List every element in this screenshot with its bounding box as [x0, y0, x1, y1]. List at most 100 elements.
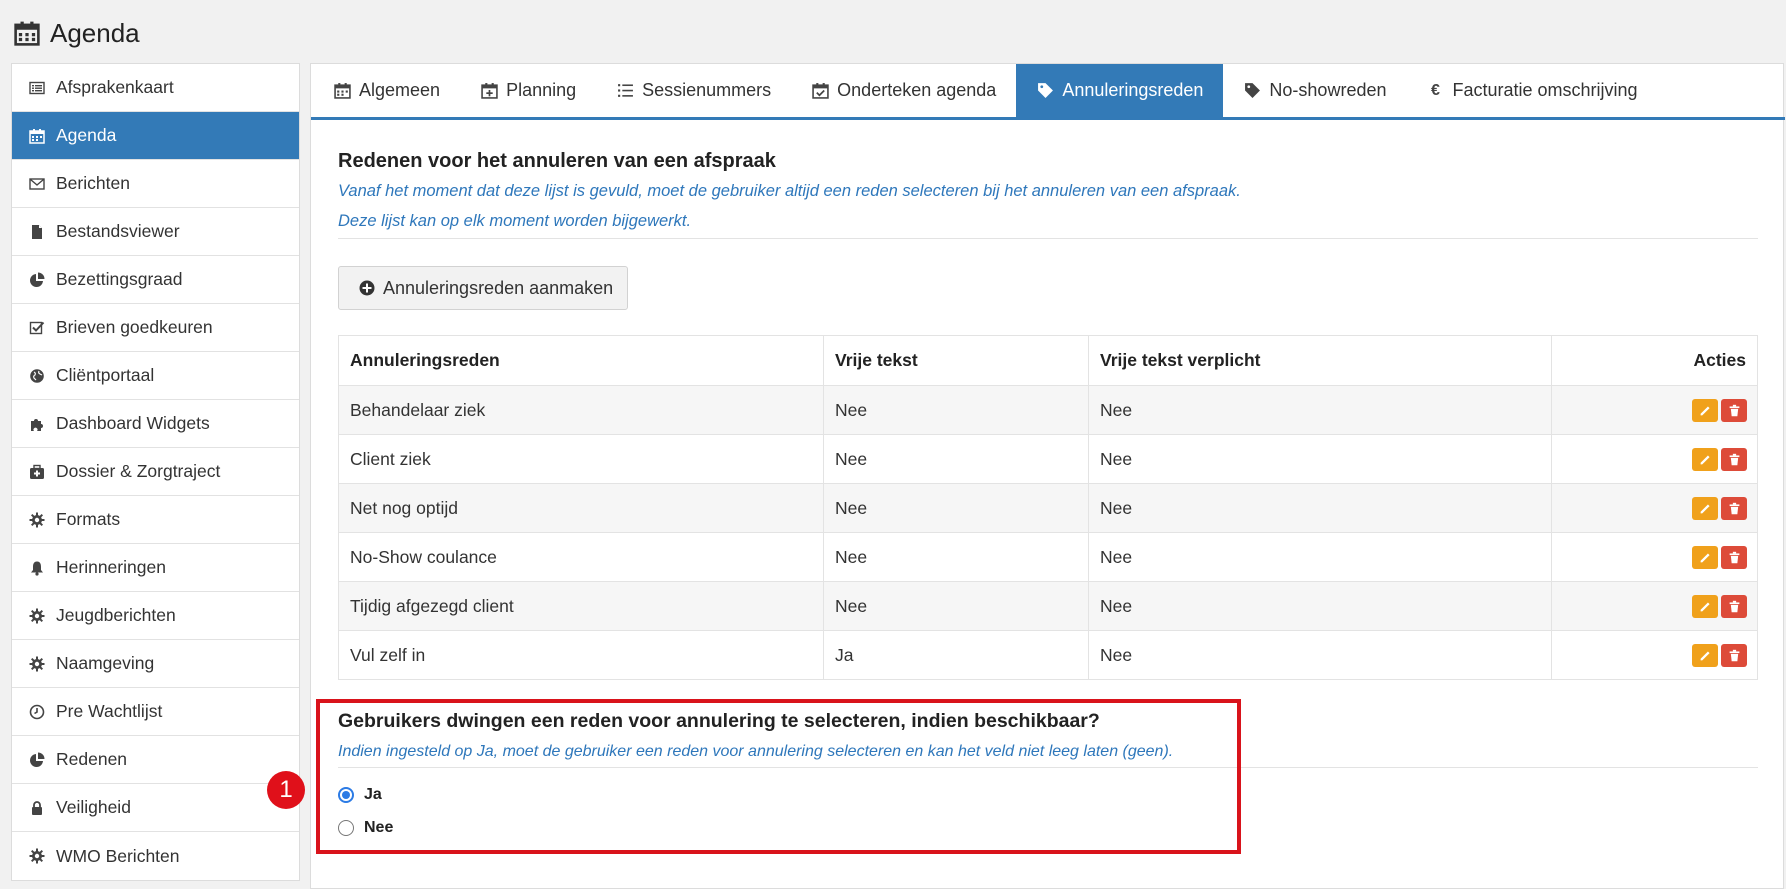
- section-title: Gebruikers dwingen een reden voor annule…: [338, 710, 1100, 732]
- divider: [338, 238, 1758, 239]
- sidebar-item-dossier-zorgtraject[interactable]: Dossier & Zorgtraject: [12, 448, 299, 496]
- sidebar-item-veiligheid[interactable]: Veiligheid: [12, 784, 299, 832]
- radio-option-ja[interactable]: Ja: [338, 786, 382, 804]
- puzzle-icon: [28, 415, 46, 433]
- tab-algemeen[interactable]: Algemeen: [313, 64, 460, 117]
- sidebar-item-bestandsviewer[interactable]: Bestandsviewer: [12, 208, 299, 256]
- tab-planning[interactable]: Planning: [460, 64, 596, 117]
- edit-button[interactable]: [1692, 496, 1718, 520]
- table-row: Behandelaar ziek Nee Nee: [338, 385, 1758, 435]
- column-header[interactable]: Vrije tekst verplicht: [1088, 335, 1552, 386]
- sidebar-item-label: Cliëntportaal: [56, 365, 155, 385]
- table-cell: Nee: [1088, 532, 1552, 582]
- table-header-row: Annuleringsreden Vrije tekst Vrije tekst…: [338, 335, 1758, 386]
- tab-bar: Algemeen Planning Sessienummers Ondertek…: [311, 64, 1785, 120]
- gear-icon: [28, 847, 46, 865]
- sidebar: Afsprakenkaart Agenda Berichten Bestands…: [11, 63, 300, 881]
- medkit-icon: [28, 463, 46, 481]
- table-row: Tijdig afgezegd client Nee Nee: [338, 581, 1758, 631]
- edit-button[interactable]: [1692, 643, 1718, 667]
- radio-button[interactable]: [338, 820, 354, 836]
- delete-button[interactable]: [1721, 594, 1747, 618]
- delete-button[interactable]: [1721, 643, 1747, 667]
- tab-label: Planning: [506, 80, 577, 100]
- calendar-icon: [28, 127, 46, 145]
- table-cell: Nee: [1088, 385, 1552, 435]
- sidebar-item-label: Dossier & Zorgtraject: [56, 461, 221, 481]
- sidebar-item-label: Jeugdberichten: [56, 605, 176, 625]
- sidebar-item-formats[interactable]: Formats: [12, 496, 299, 544]
- table-cell: Nee: [1088, 434, 1552, 484]
- divider: [338, 767, 1758, 768]
- tab-sessienummers[interactable]: Sessienummers: [596, 64, 791, 117]
- clock-icon: [28, 703, 46, 721]
- pie-chart-icon: [28, 751, 46, 769]
- radio-label: Nee: [364, 819, 394, 836]
- table-row: Client ziek Nee Nee: [338, 434, 1758, 484]
- tab-no-showreden[interactable]: No-showreden: [1223, 64, 1406, 117]
- trash-icon: [1728, 551, 1741, 564]
- sidebar-item-naamgeving[interactable]: Naamgeving: [12, 640, 299, 688]
- sidebar-item-afsprakenkaart[interactable]: Afsprakenkaart: [12, 64, 299, 112]
- sidebar-item-berichten[interactable]: Berichten: [12, 160, 299, 208]
- sidebar-item-label: Herinneringen: [56, 557, 166, 577]
- delete-button[interactable]: [1721, 447, 1747, 471]
- radio-button[interactable]: [338, 787, 354, 803]
- delete-button[interactable]: [1721, 496, 1747, 520]
- column-header[interactable]: Annuleringsreden: [338, 335, 824, 386]
- sidebar-item-label: Agenda: [56, 125, 117, 145]
- table-cell: Nee: [1088, 483, 1552, 533]
- sidebar-item-wmo-berichten[interactable]: WMO Berichten: [12, 832, 299, 880]
- section-hint: Deze lijst kan op elk moment worden bijg…: [338, 212, 692, 230]
- actions-cell: [1551, 532, 1758, 582]
- sidebar-item-brieven-goedkeuren[interactable]: Brieven goedkeuren: [12, 304, 299, 352]
- sidebar-item-bezettingsgraad[interactable]: Bezettingsgraad: [12, 256, 299, 304]
- sidebar-item-dashboard-widgets[interactable]: Dashboard Widgets: [12, 400, 299, 448]
- trash-icon: [1728, 404, 1741, 417]
- plus-circle-icon: [359, 280, 375, 296]
- actions-cell: [1551, 581, 1758, 631]
- sidebar-item-agenda[interactable]: Agenda: [12, 112, 299, 160]
- sidebar-item-label: Naamgeving: [56, 653, 155, 673]
- sidebar-item-redenen[interactable]: Redenen: [12, 736, 299, 784]
- sidebar-item-label: Dashboard Widgets: [56, 413, 210, 433]
- tab-label: Onderteken agenda: [837, 80, 997, 100]
- tag-icon: [1036, 82, 1054, 100]
- sidebar-item-jeugdberichten[interactable]: Jeugdberichten: [12, 592, 299, 640]
- sidebar-item-clientportaal[interactable]: Cliëntportaal: [12, 352, 299, 400]
- edit-button[interactable]: [1692, 545, 1718, 569]
- sidebar-item-label: Brieven goedkeuren: [56, 317, 213, 337]
- trash-icon: [1728, 453, 1741, 466]
- tab-onderteken-agenda[interactable]: Onderteken agenda: [791, 64, 1016, 117]
- edit-button[interactable]: [1692, 398, 1718, 422]
- table-cell: Ja: [823, 630, 1089, 680]
- create-annuleringsreden-button[interactable]: Annuleringsreden aanmaken: [338, 266, 628, 310]
- delete-button[interactable]: [1721, 545, 1747, 569]
- calendar-icon: [333, 82, 351, 100]
- sidebar-item-herinneringen[interactable]: Herinneringen: [12, 544, 299, 592]
- pencil-icon: [1699, 649, 1712, 662]
- tab-facturatie-omschrijving[interactable]: € Facturatie omschrijving: [1406, 64, 1657, 117]
- trash-icon: [1728, 649, 1741, 662]
- delete-button[interactable]: [1721, 398, 1747, 422]
- sidebar-item-label: Bestandsviewer: [56, 221, 180, 241]
- table-row: Net nog optijd Nee Nee: [338, 483, 1758, 533]
- edit-button[interactable]: [1692, 447, 1718, 471]
- radio-option-nee[interactable]: Nee: [338, 819, 393, 837]
- tab-label: Algemeen: [359, 80, 441, 100]
- actions-cell: [1551, 385, 1758, 435]
- edit-button[interactable]: [1692, 594, 1718, 618]
- radio-label: Ja: [364, 786, 382, 803]
- trash-icon: [1728, 502, 1741, 515]
- tab-annuleringsreden[interactable]: Annuleringsreden: [1016, 64, 1224, 117]
- sidebar-item-label: Bezettingsgraad: [56, 269, 183, 289]
- sidebar-item-label: Veiligheid: [56, 797, 131, 817]
- envelope-icon: [28, 175, 46, 193]
- gear-icon: [28, 511, 46, 529]
- column-header[interactable]: Vrije tekst: [823, 335, 1089, 386]
- euro-icon: €: [1431, 81, 1440, 99]
- sidebar-item-pre-wachtlijst[interactable]: Pre Wachtlijst: [12, 688, 299, 736]
- sidebar-item-label: Pre Wachtlijst: [56, 701, 163, 721]
- table-cell: Nee: [823, 532, 1089, 582]
- actions-cell: [1551, 630, 1758, 680]
